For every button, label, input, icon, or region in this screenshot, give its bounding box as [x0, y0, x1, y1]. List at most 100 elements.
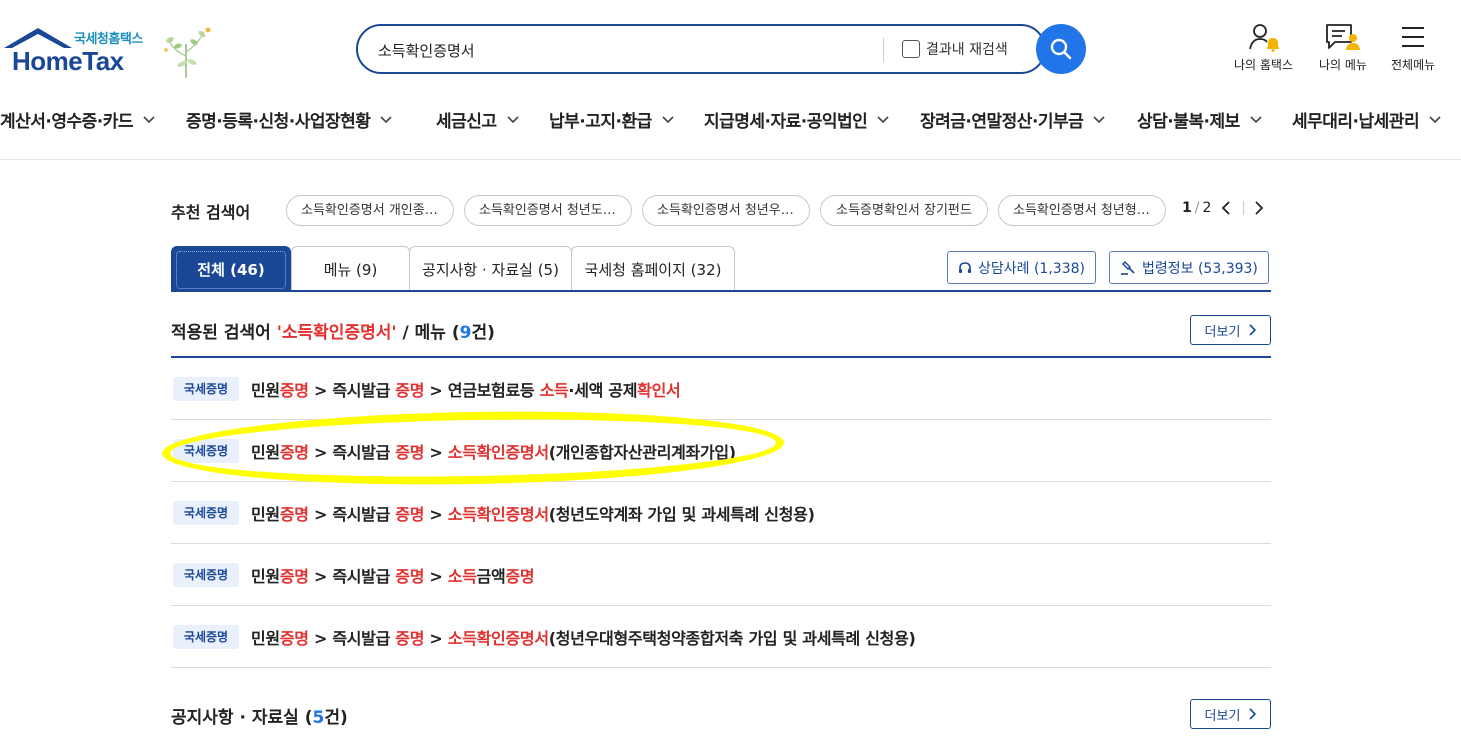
gnb-item-statements[interactable]: 지급명세·자료·공익법인 [704, 107, 889, 132]
gnb-item-payment[interactable]: 납부·고지·환급 [549, 107, 674, 132]
result-path-link[interactable]: 민원증명 > 즉시발급 증명 > 소득확인증명서(청년도약계좌 가입 및 과세특… [251, 501, 815, 525]
my-menu-icon [1326, 24, 1360, 50]
my-menu-button[interactable]: 나의 메뉴 [1319, 22, 1367, 73]
result-path-link[interactable]: 민원증명 > 즉시발급 증명 > 소득확인증명서(청년우대형주택청약종합저축 가… [251, 625, 916, 649]
category-badge: 국세증명 [173, 500, 239, 525]
hometax-logo[interactable]: 국세청홈택스 HomeTax [0, 22, 220, 82]
chevron-right-icon [1255, 201, 1264, 215]
search-divider [883, 38, 884, 62]
result-path-link[interactable]: 민원증명 > 즉시발급 증명 > 소득금액증명 [251, 563, 535, 587]
keyword-match: 증명 [279, 566, 309, 586]
title-count: 5 [312, 708, 325, 728]
search-input[interactable] [378, 38, 868, 62]
gnb-label: 상담·불복·제보 [1137, 112, 1240, 132]
recommend-chip[interactable]: 소득확인증명서 청년형장기펀드 [998, 195, 1166, 226]
notice-section-title: 공지사항 · 자료실 (5건) [171, 703, 348, 728]
recommend-chip[interactable]: 소득확인증명서 청년도약계좌 [464, 195, 632, 226]
keyword-match: 증명 [279, 628, 309, 648]
menu-section-title: 적용된 검색어 '소득확인증명서' / 메뉴 (9건) [171, 318, 495, 343]
tab-notice[interactable]: 공지사항 · 자료실 (5) [409, 246, 572, 291]
headset-icon [959, 261, 971, 273]
result-row[interactable]: 국세증명 민원증명 > 즉시발급 증명 > 연금보험료등 소득·세액 공제확인서 [171, 358, 1271, 420]
logo-title: HomeTax [12, 46, 124, 76]
recommend-chip[interactable]: 소득확인증명서 청년우대형주택청약 [642, 195, 810, 226]
gnb-item-consultation[interactable]: 상담·불복·제보 [1137, 107, 1262, 132]
recheck-option[interactable]: 결과내 재검색 [902, 39, 1008, 59]
logo-subtitle: 국세청홈택스 [74, 32, 143, 47]
path-text: > 즉시발급 [308, 442, 396, 462]
gnb-label: 지급명세·자료·공익법인 [704, 112, 868, 132]
keyword-match: 소득확인증명서 [447, 442, 549, 462]
pager-next-button[interactable] [1254, 201, 1264, 215]
plant-icon [164, 27, 211, 78]
pager-prev-button[interactable] [1221, 201, 1231, 215]
all-menu-button[interactable]: 전체메뉴 [1391, 22, 1435, 73]
tab-label: 메뉴 (9) [323, 260, 378, 279]
more-label: 더보기 [1204, 324, 1241, 340]
gnb-item-certificates[interactable]: 증명·등록·신청·사업장현황 [186, 107, 392, 132]
gnb-item-tax-agent[interactable]: 세무대리·납세관리 [1292, 107, 1441, 132]
recheck-checkbox[interactable] [902, 40, 920, 58]
keyword-match: 소득 [447, 566, 477, 586]
pager-divider [1243, 201, 1245, 215]
tab-menu[interactable]: 메뉴 (9) [291, 246, 410, 291]
gnb-item-incentives[interactable]: 장려금·연말정산·기부금 [920, 107, 1105, 132]
gnb-label: 납부·고지·환급 [549, 112, 652, 132]
path-text: 민원 [251, 504, 280, 524]
category-badge: 국세증명 [173, 624, 239, 649]
gnb-item-tax-filing[interactable]: 세금신고 [436, 107, 519, 132]
recommend-pager: 1 / 2 [1182, 200, 1264, 216]
util-label-my-hometax: 나의 홈택스 [1234, 58, 1294, 72]
result-row[interactable]: 국세증명 민원증명 > 즉시발급 증명 > 소득확인증명서(개인종합자산관리계좌가… [171, 420, 1271, 482]
chevron-down-icon [506, 115, 519, 123]
recommend-label: 추천 검색어 [171, 203, 251, 222]
path-text: > 즉시발급 [308, 380, 396, 400]
chevron-down-icon [380, 115, 392, 123]
consult-cases-label: 상담사례 (1,338) [978, 260, 1085, 277]
recommend-chip[interactable]: 소득증명확인서 장기펀드 [820, 195, 988, 226]
path-text: (청년도약계좌 가입 및 과세특례 신청용) [548, 504, 815, 524]
search-button[interactable] [1036, 24, 1086, 74]
gnb-label: 계산서·영수증·카드 [0, 112, 134, 132]
path-text: 민원 [251, 628, 280, 648]
recheck-label: 결과내 재검색 [926, 42, 1008, 58]
result-row[interactable]: 국세증명 민원증명 > 즉시발급 증명 > 소득금액증명 [171, 544, 1271, 606]
keyword-match: 증명 [395, 628, 425, 648]
chevron-down-icon [1093, 115, 1105, 123]
path-text: (개인종합자산관리계좌가입) [548, 442, 736, 462]
hamburger-icon [1402, 27, 1425, 47]
tab-nts-homepage[interactable]: 국세청 홈페이지 (32) [571, 246, 735, 291]
gnb-label: 장려금·연말정산·기부금 [920, 112, 1084, 132]
tabs-underline [171, 290, 1271, 292]
keyword-match: 증명 [505, 566, 535, 586]
chevron-down-icon [143, 115, 155, 123]
title-mid: / 메뉴 ( [396, 323, 460, 343]
notice-more-button[interactable]: 더보기 [1190, 699, 1271, 729]
result-row[interactable]: 국세증명 민원증명 > 즉시발급 증명 > 소득확인증명서(청년우대형주택청약종합… [171, 606, 1271, 668]
keyword-match: 증명 [395, 566, 425, 586]
pager-total: 2 [1202, 200, 1212, 216]
recommend-chip[interactable]: 소득확인증명서 개인종합자산관리계좌 [286, 195, 454, 226]
result-path-link[interactable]: 민원증명 > 즉시발급 증명 > 연금보험료등 소득·세액 공제확인서 [251, 377, 681, 401]
gnb-label: 세무대리·납세관리 [1292, 112, 1420, 132]
result-row[interactable]: 국세증명 민원증명 > 즉시발급 증명 > 소득확인증명서(청년도약계좌 가입 및… [171, 482, 1271, 544]
category-badge: 국세증명 [173, 376, 239, 401]
keyword-match: 증명 [279, 380, 309, 400]
path-text: 금액 [476, 566, 506, 586]
gnb-item-receipts[interactable]: 계산서·영수증·카드 [0, 107, 155, 132]
result-path-link[interactable]: 민원증명 > 즉시발급 증명 > 소득확인증명서(개인종합자산관리계좌가입) [251, 439, 736, 463]
keyword-match: 소득 [539, 380, 569, 400]
keyword-match: 증명 [395, 504, 425, 524]
my-hometax-button[interactable]: 나의 홈택스 [1234, 22, 1293, 73]
tab-label: 공지사항 · 자료실 (5) [422, 260, 559, 279]
title-prefix: 공지사항 · 자료실 ( [171, 708, 313, 728]
consult-cases-button[interactable]: 상담사례 (1,338) [947, 251, 1096, 284]
path-text: > [424, 628, 448, 648]
menu-more-button[interactable]: 더보기 [1190, 315, 1271, 345]
tab-all[interactable]: 전체 (46) [171, 246, 291, 291]
path-text: > [424, 504, 448, 524]
title-prefix: 적용된 검색어 [171, 323, 277, 343]
title-count: 9 [459, 323, 472, 343]
law-info-button[interactable]: 법령정보 (53,393) [1109, 251, 1269, 284]
path-text: > 연금보험료등 [424, 380, 540, 400]
